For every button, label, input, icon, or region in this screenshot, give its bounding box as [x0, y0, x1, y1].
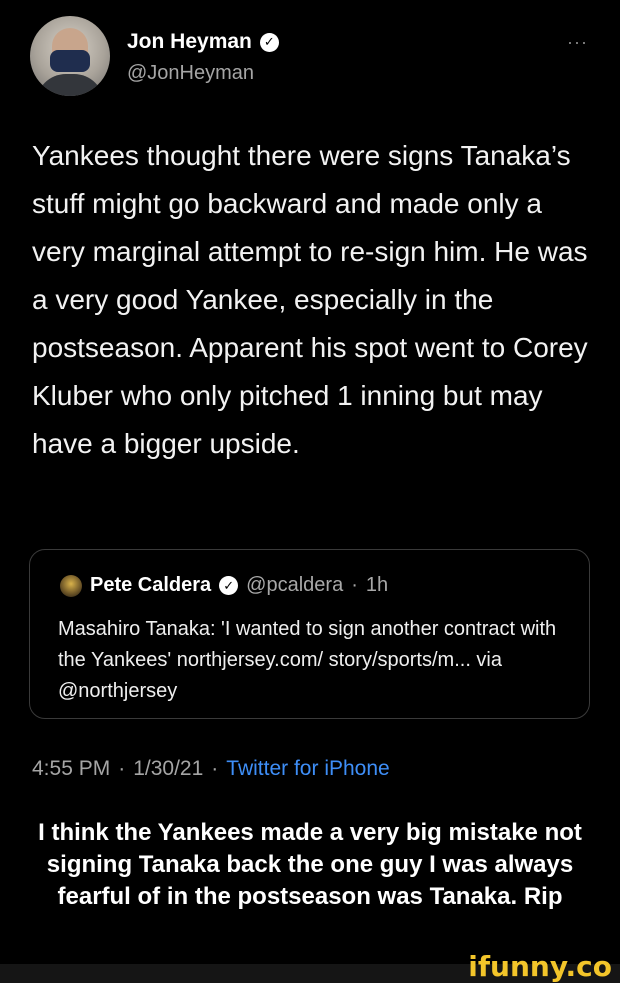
quoted-author-handle[interactable]: @pcaldera	[246, 574, 343, 597]
ifunny-watermark: ifunny.co	[468, 950, 612, 983]
author-name-row: Jon Heyman ✓	[127, 30, 279, 54]
tweet-time: 4:55 PM	[32, 757, 111, 780]
tweet-source-link[interactable]: Twitter for iPhone	[226, 757, 389, 781]
verified-badge-icon: ✓	[219, 576, 239, 595]
quoted-author-name[interactable]: Pete Caldera	[90, 574, 211, 597]
author-name[interactable]: Jon Heyman	[127, 30, 252, 54]
meme-caption: I think the Yankees made a very big mist…	[38, 819, 582, 910]
tweet-header: Jon Heyman ✓ @JonHeyman ···	[30, 16, 600, 96]
tweet-date: 1/30/21	[133, 757, 204, 780]
meta-separator: ·	[211, 757, 219, 780]
tweet-text: Yankees thought there were signs Tanaka’…	[32, 140, 588, 459]
avatar-mask	[50, 50, 90, 72]
profile-avatar[interactable]	[30, 16, 110, 96]
more-options-icon[interactable]: ···	[567, 32, 588, 53]
author-handle[interactable]: @JonHeyman	[127, 62, 254, 85]
verified-badge-icon: ✓	[259, 32, 279, 52]
quoted-tweet-text: Masahiro Tanaka: 'I wanted to sign anoth…	[58, 618, 557, 702]
quoted-author-avatar[interactable]	[60, 574, 82, 597]
quoted-time: 1h	[365, 574, 389, 596]
quoted-time-separator: ·	[351, 574, 358, 596]
quoted-tweet-card[interactable]: Pete Caldera ✓ @pcaldera · 1h Masahiro T…	[29, 549, 590, 719]
quoted-tweet-header: Pete Caldera ✓ @pcaldera · 1h	[60, 574, 388, 597]
tweet-meta: 4:55 PM · 1/30/21 · Twitter for iPhone	[32, 757, 390, 781]
meta-separator: ·	[118, 757, 126, 780]
avatar-body	[36, 74, 104, 96]
